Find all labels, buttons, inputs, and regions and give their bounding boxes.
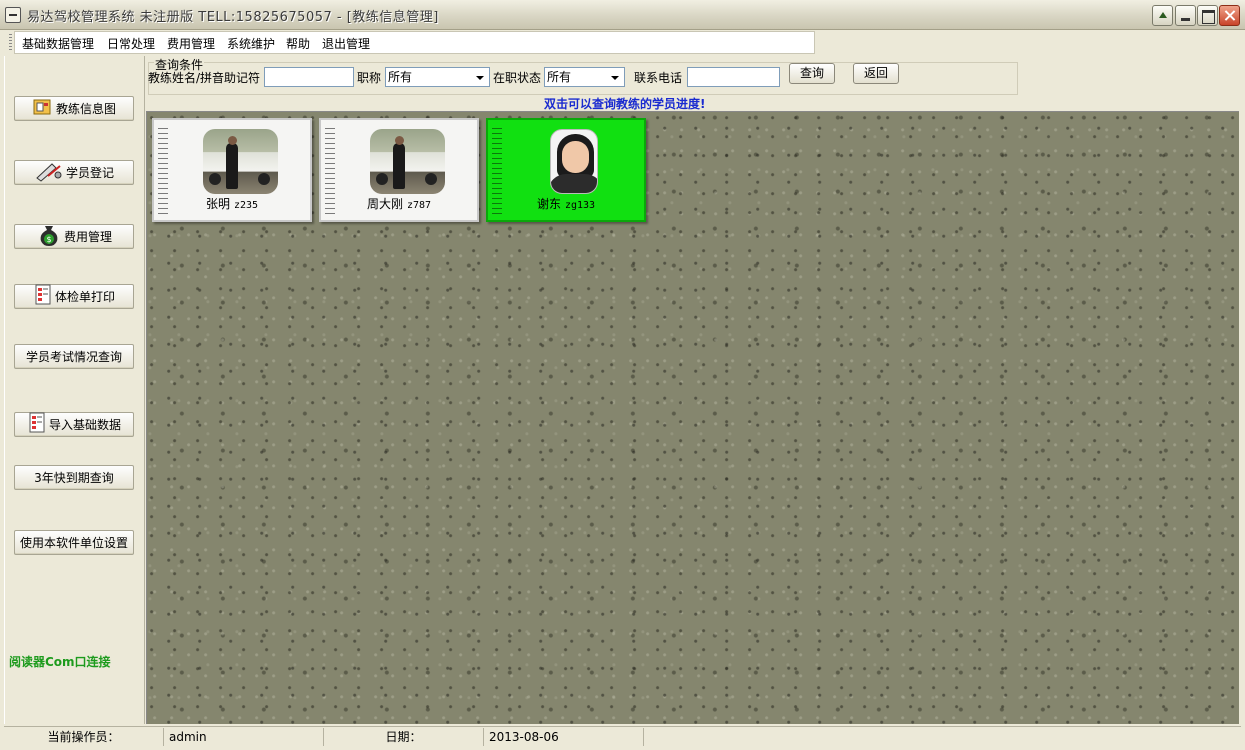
menu-basic-data[interactable]: 基础数据管理 [22, 35, 94, 52]
coach-card-selected[interactable]: 谢东 zg133 [486, 118, 646, 222]
status-label: 在职状态 [493, 71, 542, 85]
chevron-down-icon[interactable] [472, 69, 488, 85]
window-bottom-edge [0, 746, 1245, 750]
coach-info-button[interactable]: 教练信息图 [14, 96, 134, 121]
name-label: 教练姓名/拼音助记符 [148, 71, 261, 85]
date-label: 日期： [324, 728, 484, 746]
com-port-status: 阅读器Com口连接 [9, 655, 111, 669]
chevron-down-icon[interactable] [607, 69, 623, 85]
menu-bar: 基础数据管理 日常处理 费用管理 系统维护 帮助 退出管理 [0, 30, 1245, 55]
fee-management-button[interactable]: $ 费用管理 [14, 224, 134, 249]
coach-card[interactable]: 张明 z235 [152, 118, 312, 222]
import-data-button[interactable]: 导入基础数据 [14, 412, 134, 437]
exam-query-label: 学员考试情况查询 [25, 350, 122, 364]
query-panel: 查询条件 教练姓名/拼音助记符 职称 所有 在职状态 所有 联系电话 查询 返回… [146, 56, 1239, 111]
medical-form-print-label: 体检单打印 [54, 290, 115, 304]
coach-photo [203, 129, 278, 194]
window-title: 易达驾校管理系统 未注册版 TELL:15825675057 - [教练信息管理… [27, 10, 439, 25]
minimize-button[interactable] [1175, 5, 1196, 26]
import-data-label: 导入基础数据 [48, 418, 121, 432]
medical-form-print-button[interactable]: 体检单打印 [14, 284, 134, 309]
student-register-button[interactable]: 学员登记 [14, 160, 134, 185]
status-select[interactable]: 所有 [544, 67, 625, 87]
menu-system[interactable]: 系统维护 [227, 35, 275, 52]
document-icon [33, 284, 53, 309]
phone-input[interactable] [687, 67, 780, 87]
back-button[interactable]: 返回 [853, 63, 899, 84]
unit-settings-label: 使用本软件单位设置 [19, 536, 128, 550]
coach-card-label: 谢东 zg133 [488, 195, 644, 212]
title-label: 职称 [357, 71, 382, 85]
exam-query-button[interactable]: 学员考试情况查询 [14, 344, 134, 369]
menu-exit[interactable]: 退出管理 [322, 35, 370, 52]
help-window-button[interactable] [1152, 5, 1173, 26]
double-click-hint: 双击可以查询教练的学员进度! [544, 97, 706, 111]
menu-help[interactable]: 帮助 [286, 35, 310, 52]
coach-code: z235 [233, 200, 259, 211]
coach-name: 张明 [205, 197, 230, 211]
pen-register-icon [34, 160, 64, 185]
title-select-value: 所有 [388, 70, 413, 84]
coach-name: 周大刚 [366, 197, 403, 211]
coach-photo [550, 129, 598, 194]
date-value: 2013-08-06 [484, 728, 644, 746]
folder-cards-icon [32, 97, 54, 120]
operator-label: 当前操作员： [4, 728, 164, 746]
unit-settings-button[interactable]: 使用本软件单位设置 [14, 530, 134, 555]
svg-text:$: $ [46, 235, 51, 244]
coach-card-label: 张明 z235 [154, 195, 310, 212]
phone-label: 联系电话 [634, 71, 683, 85]
title-bar: 易达驾校管理系统 未注册版 TELL:15825675057 - [教练信息管理… [0, 0, 1245, 30]
name-input[interactable] [264, 67, 354, 87]
maximize-button[interactable] [1197, 5, 1218, 26]
money-bag-icon: $ [36, 223, 62, 250]
fee-management-label: 费用管理 [63, 230, 112, 244]
coach-card-label: 周大刚 z787 [321, 195, 477, 212]
menu-strip: 基础数据管理 日常处理 费用管理 系统维护 帮助 退出管理 [14, 31, 815, 54]
close-button[interactable] [1219, 5, 1240, 26]
menu-daily[interactable]: 日常处理 [107, 35, 155, 52]
coach-code: z787 [406, 200, 432, 211]
coach-card[interactable]: 周大刚 z787 [319, 118, 479, 222]
coach-photo [370, 129, 445, 194]
title-select[interactable]: 所有 [385, 67, 490, 87]
search-button[interactable]: 查询 [789, 63, 835, 84]
system-menu-icon[interactable] [5, 7, 21, 23]
menu-fees[interactable]: 费用管理 [167, 35, 215, 52]
menu-grip-icon [9, 34, 12, 50]
coach-code: zg133 [564, 200, 596, 211]
operator-value: admin [164, 728, 324, 746]
status-bar: 当前操作员： admin 日期： 2013-08-06 [4, 726, 1241, 746]
status-select-value: 所有 [547, 70, 572, 84]
sidebar: 教练信息图 学员登记 $ 费用管理 体检单打印 学员考试情况查询 导入基础数据 … [4, 56, 145, 724]
expiry-query-label: 3年快到期查询 [34, 471, 114, 485]
coach-info-label: 教练信息图 [55, 102, 116, 116]
document-icon [27, 412, 47, 437]
expiry-query-button[interactable]: 3年快到期查询 [14, 465, 134, 490]
student-register-label: 学员登记 [65, 166, 114, 180]
coach-name: 谢东 [536, 197, 561, 211]
coach-card-area: 张明 z235 周大刚 z787 谢东 zg133 [146, 111, 1239, 724]
